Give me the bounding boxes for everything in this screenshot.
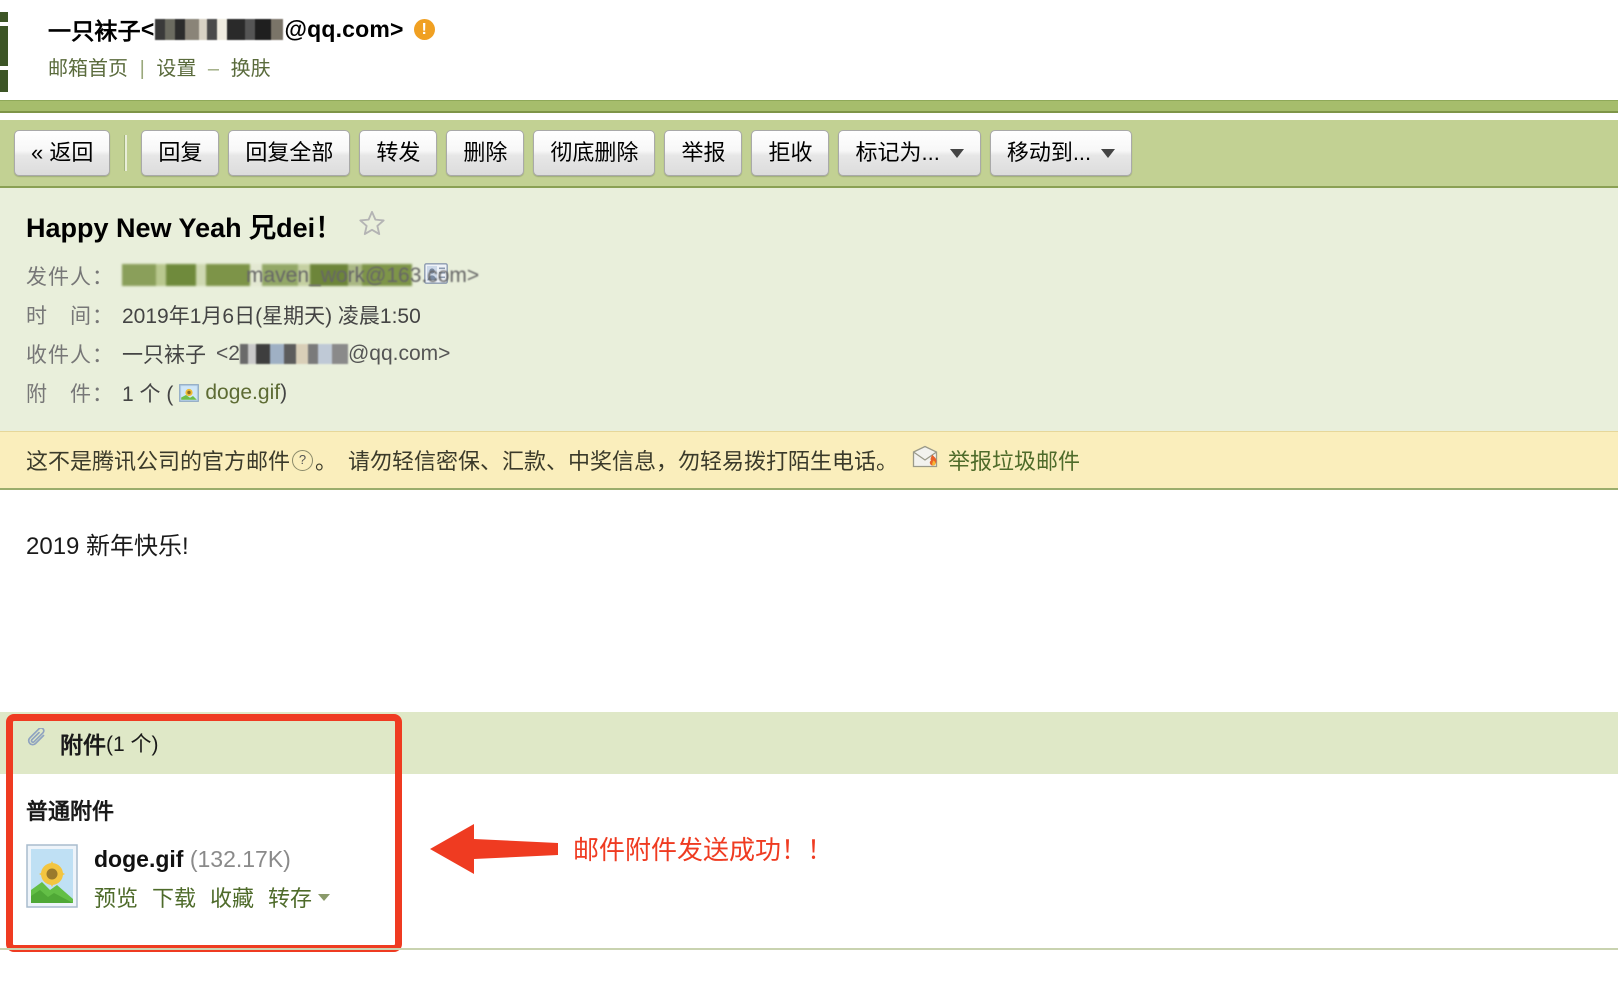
attachment-file-line: doge.gif (132.17K): [94, 846, 330, 873]
bottom-divider: [0, 948, 1618, 950]
back-button[interactable]: « 返回: [14, 130, 111, 176]
attachment-count-text: 1 个 (: [122, 383, 174, 406]
warning-badge-icon: !: [413, 18, 435, 40]
meta-row-from: 发件人： maven_work@163.com>: [26, 261, 1618, 291]
account-bracket-open: <: [140, 15, 155, 42]
mail-subject: Happy New Yeah 兄dei！: [26, 213, 343, 243]
spacer: [0, 113, 1618, 120]
mail-body-text: 2019 新年快乐!: [26, 533, 189, 560]
mail-body: 2019 新年快乐!: [0, 490, 1618, 712]
green-divider-band: [0, 100, 1618, 113]
attachment-file-size: (132.17K): [189, 846, 291, 872]
toolbar-separator: [124, 135, 128, 171]
report-spam-link[interactable]: 举报垃圾邮件: [948, 444, 1080, 476]
mail-header-block: Happy New Yeah 兄dei！ 发件人： maven_work@163…: [0, 188, 1618, 431]
mail-toolbar: « 返回 回复 回复全部 转发 删除 彻底删除 举报 拒收 标记为... 移动到…: [0, 120, 1618, 188]
reply-button[interactable]: 回复: [141, 130, 220, 176]
account-header: 一只袜子 < @qq.com> ! 邮箱首页 | 设置 – 换肤: [0, 0, 1618, 100]
forward-button[interactable]: 转发: [359, 130, 438, 176]
mail-logo-cropped: [0, 12, 8, 92]
link-dash: –: [207, 58, 220, 80]
warning-text-secondary: 。 请勿轻信密保、汇款、中奖信息，勿轻易拨打陌生电话。: [315, 449, 899, 474]
paperclip-icon: [26, 727, 50, 758]
attachment-section-header: 附件 (1 个): [0, 712, 1618, 774]
meta-row-time: 时 间： 2019年1月6日(星期天) 凌晨1:50: [26, 300, 1618, 330]
time-label: 时 间：: [26, 305, 114, 328]
chevron-down-icon[interactable]: [318, 893, 331, 901]
image-file-icon[interactable]: [26, 844, 78, 913]
header-links: 邮箱首页 | 设置 – 换肤: [48, 52, 271, 81]
help-question-icon[interactable]: ?: [292, 449, 314, 471]
account-email-suffix: @qq.com>: [284, 15, 404, 42]
to-email-suffix: @qq.com>: [347, 342, 451, 365]
attachment-actions: 预览 下载 收藏 转存: [94, 881, 331, 913]
to-bracket-open: <2: [216, 342, 240, 365]
redacted-account-id: [155, 18, 284, 40]
mark-as-dropdown[interactable]: 标记为...: [838, 130, 981, 176]
annotation-text: 邮件附件发送成功！！: [573, 835, 834, 865]
from-address-visible: maven_work@163.com>: [246, 264, 480, 287]
chevron-down-icon: [949, 148, 964, 158]
attachment-header-title: 附件: [60, 732, 106, 758]
attachment-close-paren: ): [280, 381, 288, 404]
delete-button[interactable]: 删除: [446, 130, 525, 176]
subject-row: Happy New Yeah 兄dei！: [26, 206, 1618, 245]
attachment-filename-inline[interactable]: doge.gif: [205, 381, 280, 405]
delete-permanently-button[interactable]: 彻底删除: [533, 130, 656, 176]
left-arrow-annotation: [430, 818, 558, 885]
link-mailbox-home[interactable]: 邮箱首页: [48, 58, 128, 80]
spam-report-icon[interactable]: [912, 445, 940, 475]
report-button[interactable]: 举报: [664, 130, 743, 176]
to-value: 一只袜子 <2 @qq.com>: [122, 339, 450, 369]
move-to-label: 移动到...: [1006, 140, 1092, 165]
account-identity: 一只袜子 < @qq.com> !: [48, 12, 435, 46]
reply-all-button[interactable]: 回复全部: [228, 130, 351, 176]
link-separator: |: [139, 58, 145, 80]
time-value: 2019年1月6日(星期天) 凌晨1:50: [122, 305, 421, 328]
move-to-dropdown[interactable]: 移动到...: [989, 130, 1133, 176]
favorite-link[interactable]: 收藏: [210, 881, 254, 913]
to-label: 收件人：: [26, 344, 114, 367]
chevron-down-icon: [1101, 148, 1116, 158]
meta-row-attachment: 附 件： 1 个 ( doge.gif ): [26, 378, 1618, 408]
star-outline-icon[interactable]: [358, 209, 386, 242]
from-label: 发件人：: [26, 266, 114, 289]
from-value: maven_work@163.com>: [122, 262, 479, 290]
link-skin[interactable]: 换肤: [231, 58, 271, 80]
attachment-header-count: (1 个): [106, 733, 159, 756]
meta-row-to: 收件人： 一只袜子 <2 @qq.com>: [26, 339, 1618, 369]
attachment-summary: 1 个 ( doge.gif ): [122, 378, 287, 408]
phishing-warning-bar: 这不是腾讯公司的官方邮件 ? 。 请勿轻信密保、汇款、中奖信息，勿轻易拨打陌生电…: [0, 431, 1618, 490]
account-name: 一只袜子: [48, 18, 141, 44]
link-settings[interactable]: 设置: [156, 58, 196, 80]
image-file-icon: [179, 384, 200, 402]
attachment-file-meta: doge.gif (132.17K) 预览 下载 收藏 转存: [94, 844, 331, 913]
to-display-name: 一只袜子: [122, 344, 206, 367]
from-display-name-redacted: maven_work@163.com>: [122, 264, 479, 288]
attachment-file-name[interactable]: doge.gif: [94, 846, 183, 872]
download-link[interactable]: 下载: [152, 881, 196, 913]
save-to-link[interactable]: 转存: [268, 881, 312, 913]
attachment-label: 附 件：: [26, 383, 114, 406]
redacted-recipient-id: [239, 344, 348, 364]
mark-as-label: 标记为...: [855, 140, 940, 165]
preview-link[interactable]: 预览: [94, 881, 138, 913]
attachment-kind-label: 普通附件: [26, 799, 115, 824]
warning-text-primary: 这不是腾讯公司的官方邮件: [26, 449, 291, 474]
reject-button[interactable]: 拒收: [751, 130, 830, 176]
